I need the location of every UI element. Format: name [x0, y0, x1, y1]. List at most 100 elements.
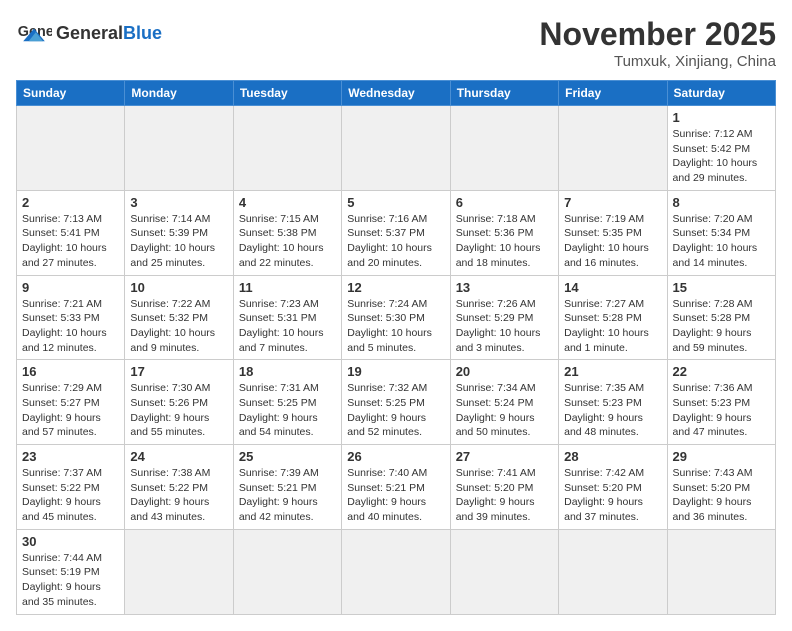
day-number: 26	[347, 449, 444, 464]
day-number: 3	[130, 195, 227, 210]
week-row-1: 1 Sunrise: 7:12 AM Sunset: 5:42 PM Daylig…	[17, 106, 776, 191]
day-number: 7	[564, 195, 661, 210]
calendar-cell: 2 Sunrise: 7:13 AM Sunset: 5:41 PM Daylig…	[17, 190, 125, 275]
weekday-header-saturday: Saturday	[667, 81, 775, 106]
day-number: 9	[22, 280, 119, 295]
calendar-cell: 4 Sunrise: 7:15 AM Sunset: 5:38 PM Daylig…	[233, 190, 341, 275]
day-info: Sunrise: 7:21 AM Sunset: 5:33 PM Dayligh…	[22, 297, 119, 356]
day-number: 14	[564, 280, 661, 295]
calendar-cell	[125, 529, 233, 614]
day-number: 2	[22, 195, 119, 210]
day-number: 11	[239, 280, 336, 295]
day-info: Sunrise: 7:40 AM Sunset: 5:21 PM Dayligh…	[347, 466, 444, 525]
day-info: Sunrise: 7:27 AM Sunset: 5:28 PM Dayligh…	[564, 297, 661, 356]
day-info: Sunrise: 7:37 AM Sunset: 5:22 PM Dayligh…	[22, 466, 119, 525]
day-number: 16	[22, 364, 119, 379]
calendar-cell: 8 Sunrise: 7:20 AM Sunset: 5:34 PM Daylig…	[667, 190, 775, 275]
calendar-cell: 19 Sunrise: 7:32 AM Sunset: 5:25 PM Dayli…	[342, 360, 450, 445]
calendar-cell: 22Sunrise: 7:36 AM Sunset: 5:23 PM Dayli…	[667, 360, 775, 445]
day-info: Sunrise: 7:19 AM Sunset: 5:35 PM Dayligh…	[564, 212, 661, 271]
day-number: 22	[673, 364, 770, 379]
logo: General GeneralBlue	[16, 16, 162, 52]
day-info: Sunrise: 7:42 AM Sunset: 5:20 PM Dayligh…	[564, 466, 661, 525]
week-row-5: 23 Sunrise: 7:37 AM Sunset: 5:22 PM Dayli…	[17, 445, 776, 530]
weekday-header-tuesday: Tuesday	[233, 81, 341, 106]
calendar-cell: 5 Sunrise: 7:16 AM Sunset: 5:37 PM Daylig…	[342, 190, 450, 275]
calendar-cell: 15 Sunrise: 7:28 AM Sunset: 5:28 PM Dayli…	[667, 275, 775, 360]
week-row-3: 9 Sunrise: 7:21 AM Sunset: 5:33 PM Daylig…	[17, 275, 776, 360]
calendar-cell	[233, 106, 341, 191]
day-number: 5	[347, 195, 444, 210]
day-number: 12	[347, 280, 444, 295]
day-info: Sunrise: 7:28 AM Sunset: 5:28 PM Dayligh…	[673, 297, 770, 356]
day-number: 10	[130, 280, 227, 295]
day-info: Sunrise: 7:30 AM Sunset: 5:26 PM Dayligh…	[130, 381, 227, 440]
day-info: Sunrise: 7:39 AM Sunset: 5:21 PM Dayligh…	[239, 466, 336, 525]
calendar-cell	[559, 529, 667, 614]
calendar-cell: 29Sunrise: 7:43 AM Sunset: 5:20 PM Dayli…	[667, 445, 775, 530]
day-number: 1	[673, 110, 770, 125]
day-info: Sunrise: 7:12 AM Sunset: 5:42 PM Dayligh…	[673, 127, 770, 186]
day-info: Sunrise: 7:43 AM Sunset: 5:20 PM Dayligh…	[673, 466, 770, 525]
weekday-header-row: SundayMondayTuesdayWednesdayThursdayFrid…	[17, 81, 776, 106]
month-title: November 2025	[539, 16, 776, 53]
day-number: 15	[673, 280, 770, 295]
calendar-cell: 12Sunrise: 7:24 AM Sunset: 5:30 PM Dayli…	[342, 275, 450, 360]
day-info: Sunrise: 7:32 AM Sunset: 5:25 PM Dayligh…	[347, 381, 444, 440]
day-number: 19	[347, 364, 444, 379]
day-info: Sunrise: 7:41 AM Sunset: 5:20 PM Dayligh…	[456, 466, 553, 525]
day-info: Sunrise: 7:15 AM Sunset: 5:38 PM Dayligh…	[239, 212, 336, 271]
calendar-table: SundayMondayTuesdayWednesdayThursdayFrid…	[16, 80, 776, 615]
day-info: Sunrise: 7:18 AM Sunset: 5:36 PM Dayligh…	[456, 212, 553, 271]
day-number: 30	[22, 534, 119, 549]
weekday-header-friday: Friday	[559, 81, 667, 106]
week-row-4: 16Sunrise: 7:29 AM Sunset: 5:27 PM Dayli…	[17, 360, 776, 445]
logo-icon: General	[16, 16, 52, 52]
title-block: November 2025 Tumxuk, Xinjiang, China	[539, 16, 776, 70]
day-number: 18	[239, 364, 336, 379]
day-number: 21	[564, 364, 661, 379]
weekday-header-thursday: Thursday	[450, 81, 558, 106]
calendar-cell: 27Sunrise: 7:41 AM Sunset: 5:20 PM Dayli…	[450, 445, 558, 530]
calendar-cell: 17 Sunrise: 7:30 AM Sunset: 5:26 PM Dayli…	[125, 360, 233, 445]
calendar-cell: 21 Sunrise: 7:35 AM Sunset: 5:23 PM Dayli…	[559, 360, 667, 445]
day-number: 24	[130, 449, 227, 464]
calendar-cell: 14 Sunrise: 7:27 AM Sunset: 5:28 PM Dayli…	[559, 275, 667, 360]
day-number: 6	[456, 195, 553, 210]
weekday-header-monday: Monday	[125, 81, 233, 106]
calendar-cell: 28 Sunrise: 7:42 AM Sunset: 5:20 PM Dayli…	[559, 445, 667, 530]
calendar-cell: 30 Sunrise: 7:44 AM Sunset: 5:19 PM Dayli…	[17, 529, 125, 614]
day-number: 13	[456, 280, 553, 295]
day-info: Sunrise: 7:16 AM Sunset: 5:37 PM Dayligh…	[347, 212, 444, 271]
calendar-cell: 1 Sunrise: 7:12 AM Sunset: 5:42 PM Daylig…	[667, 106, 775, 191]
calendar-cell: 7 Sunrise: 7:19 AM Sunset: 5:35 PM Daylig…	[559, 190, 667, 275]
week-row-2: 2 Sunrise: 7:13 AM Sunset: 5:41 PM Daylig…	[17, 190, 776, 275]
weekday-header-sunday: Sunday	[17, 81, 125, 106]
location: Tumxuk, Xinjiang, China	[539, 53, 776, 70]
calendar-cell	[559, 106, 667, 191]
calendar-cell	[667, 529, 775, 614]
day-number: 23	[22, 449, 119, 464]
day-info: Sunrise: 7:13 AM Sunset: 5:41 PM Dayligh…	[22, 212, 119, 271]
calendar-cell: 24Sunrise: 7:38 AM Sunset: 5:22 PM Dayli…	[125, 445, 233, 530]
day-info: Sunrise: 7:23 AM Sunset: 5:31 PM Dayligh…	[239, 297, 336, 356]
day-number: 28	[564, 449, 661, 464]
calendar-cell: 26 Sunrise: 7:40 AM Sunset: 5:21 PM Dayli…	[342, 445, 450, 530]
day-number: 8	[673, 195, 770, 210]
calendar-cell: 10Sunrise: 7:22 AM Sunset: 5:32 PM Dayli…	[125, 275, 233, 360]
day-info: Sunrise: 7:14 AM Sunset: 5:39 PM Dayligh…	[130, 212, 227, 271]
day-info: Sunrise: 7:44 AM Sunset: 5:19 PM Dayligh…	[22, 551, 119, 610]
day-number: 4	[239, 195, 336, 210]
calendar-cell: 23 Sunrise: 7:37 AM Sunset: 5:22 PM Dayli…	[17, 445, 125, 530]
day-number: 25	[239, 449, 336, 464]
day-info: Sunrise: 7:35 AM Sunset: 5:23 PM Dayligh…	[564, 381, 661, 440]
day-number: 17	[130, 364, 227, 379]
calendar-cell	[342, 529, 450, 614]
calendar-cell	[450, 106, 558, 191]
calendar-cell	[233, 529, 341, 614]
day-info: Sunrise: 7:20 AM Sunset: 5:34 PM Dayligh…	[673, 212, 770, 271]
page-header: General GeneralBlue November 2025 Tumxuk…	[16, 16, 776, 70]
calendar-cell: 16Sunrise: 7:29 AM Sunset: 5:27 PM Dayli…	[17, 360, 125, 445]
calendar-cell: 13Sunrise: 7:26 AM Sunset: 5:29 PM Dayli…	[450, 275, 558, 360]
calendar-cell: 6 Sunrise: 7:18 AM Sunset: 5:36 PM Daylig…	[450, 190, 558, 275]
